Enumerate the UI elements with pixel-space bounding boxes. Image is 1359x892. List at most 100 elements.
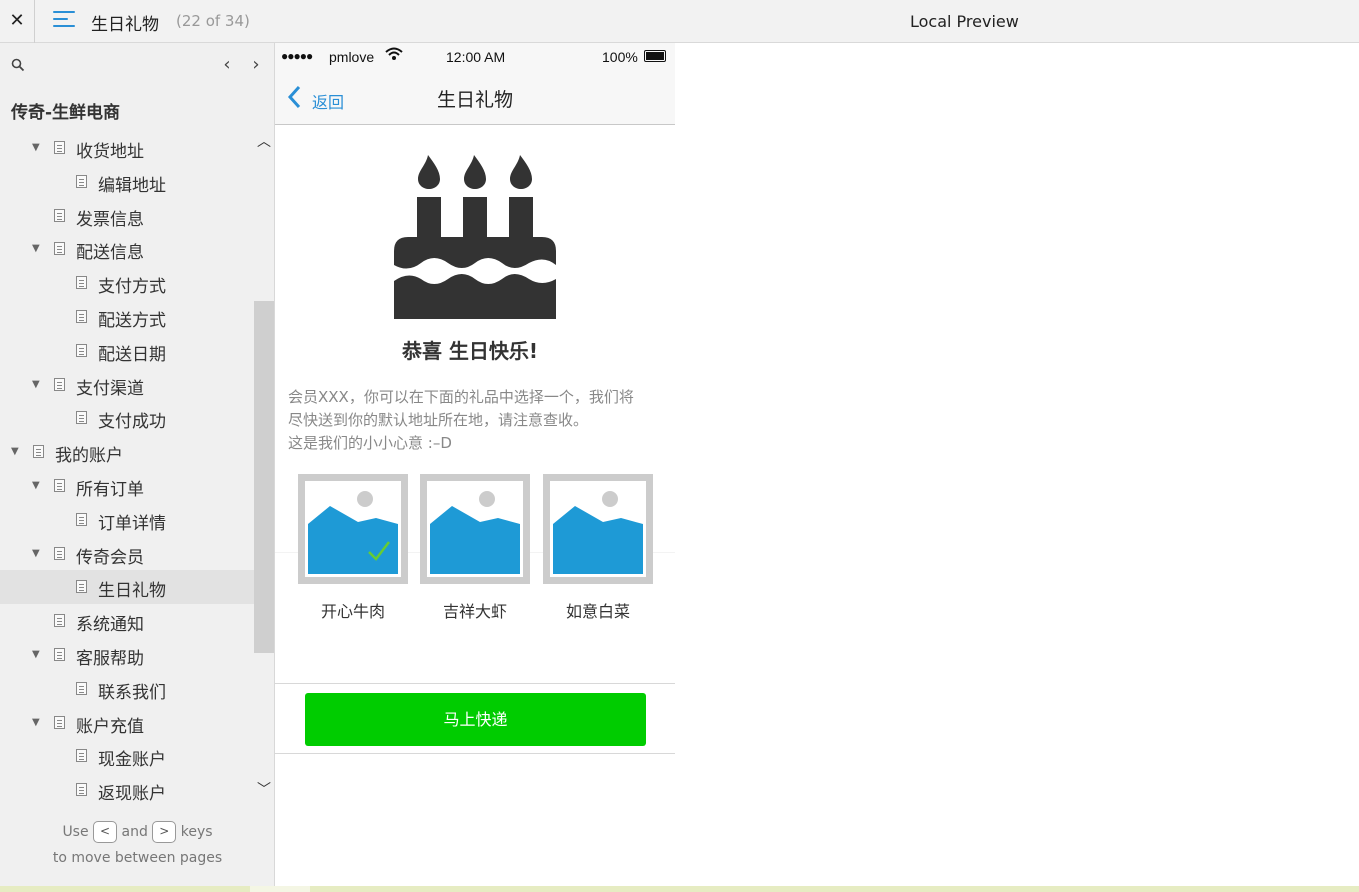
carrier-name: pmlove <box>329 49 375 65</box>
page-icon <box>76 580 87 594</box>
tree-item-label: 我的账户 <box>55 446 123 467</box>
tree-item-label: 配送方式 <box>98 310 166 331</box>
page-count: (22 of 34) <box>176 12 250 30</box>
prev-key-icon: < <box>93 821 118 843</box>
tree-item[interactable]: ▼ 所有订单 <box>0 469 254 503</box>
tree-item[interactable]: 发票信息 <box>0 199 254 233</box>
tree-item[interactable]: ▼ 我的账户 <box>0 435 254 469</box>
tree-item[interactable]: 编辑地址 <box>0 165 254 199</box>
gift-option[interactable]: 吉祥大虾 <box>420 474 530 622</box>
expand-arrow-icon[interactable]: ▼ <box>32 717 40 728</box>
next-page-button[interactable]: › <box>248 54 264 75</box>
page-icon <box>76 174 87 188</box>
tree-item-label: 联系我们 <box>98 682 166 703</box>
page-icon <box>54 141 65 154</box>
message-line: 尽快送到你的默认地址所在地，请注意查收。 <box>288 411 589 429</box>
tree-item[interactable]: 返现账户 <box>0 773 254 807</box>
tree-item[interactable]: 系统通知 <box>0 604 254 638</box>
tree-item[interactable]: ▼ 客服帮助 <box>0 638 254 672</box>
menu-icon[interactable] <box>53 11 75 31</box>
divider <box>275 753 675 754</box>
expand-arrow-icon[interactable]: ▼ <box>32 243 40 254</box>
tree-item-label: 账户充值 <box>76 716 144 737</box>
page-icon <box>54 377 65 391</box>
search-icon[interactable] <box>11 58 25 72</box>
page-icon <box>76 749 87 763</box>
tree-item-label: 生日礼物 <box>98 581 166 602</box>
page-icon <box>33 445 44 459</box>
tree-item-label: 支付方式 <box>98 277 166 298</box>
keyboard-hint: Use < and > keys to move between pages <box>0 819 275 871</box>
tree-item[interactable]: ▼ 传奇会员 <box>0 537 254 571</box>
gift-image-frame[interactable] <box>298 474 408 584</box>
tree-item[interactable]: 支付方式 <box>0 266 254 300</box>
page-title: 生日礼物 <box>91 15 159 35</box>
tree-item-label: 现金账户 <box>98 750 166 771</box>
page-icon <box>54 715 65 729</box>
scrollbar-thumb[interactable] <box>254 301 274 653</box>
gift-option[interactable]: 如意白菜 <box>543 474 653 622</box>
page-icon <box>76 512 87 526</box>
wifi-icon <box>385 47 403 60</box>
expand-arrow-icon[interactable]: ▼ <box>32 379 40 390</box>
top-bar: ✕ 生日礼物 (22 of 34) Local Preview <box>0 0 1359 43</box>
sidebar-scrollbar[interactable]: ︿ ﹀ <box>254 131 274 799</box>
tree-item[interactable]: 配送日期 <box>0 334 254 368</box>
checkmark-icon <box>368 541 390 561</box>
tree-item[interactable]: 订单详情 <box>0 503 254 537</box>
tree-item[interactable]: 配送方式 <box>0 300 254 334</box>
page-icon <box>54 242 65 256</box>
tree-item[interactable]: ▼ 账户充值 <box>0 706 254 740</box>
hint-line2: to move between pages <box>52 850 223 866</box>
next-key-icon: > <box>152 821 177 843</box>
gift-message: 会员XXX，你可以在下面的礼品中选择一个，我们将 尽快送到你的默认地址所在地，请… <box>288 386 668 455</box>
gift-image-frame[interactable] <box>420 474 530 584</box>
tree-item-label: 支付成功 <box>98 412 166 433</box>
page-icon <box>54 478 65 492</box>
page-icon <box>76 309 87 323</box>
gift-image-frame[interactable] <box>543 474 653 584</box>
tree-item[interactable]: 生日礼物 <box>0 570 254 605</box>
expand-arrow-icon[interactable]: ▼ <box>11 446 19 457</box>
tree-item-label: 发票信息 <box>76 209 144 230</box>
tree-item[interactable]: 支付成功 <box>0 401 254 435</box>
expand-arrow-icon[interactable]: ▼ <box>32 142 40 153</box>
tree-item-label: 所有订单 <box>76 479 144 500</box>
congrats-heading: 恭喜 生日快乐! <box>401 339 539 363</box>
tree-item[interactable]: 联系我们 <box>0 672 254 706</box>
tree-item-label: 配送日期 <box>98 344 166 365</box>
sidebar: ‹ › 传奇-生鲜电商 ▼ 收货地址 编辑地址 发票信息 ▼ 配送信息 支付方式 配送方式 配送… <box>0 43 275 886</box>
nav-title: 生日礼物 <box>436 89 513 111</box>
gift-option[interactable]: 开心牛肉 <box>298 474 408 622</box>
scroll-up-icon[interactable]: ︿ <box>254 131 274 151</box>
tree-item-label: 配送信息 <box>76 243 144 264</box>
tree-item-label: 返现账户 <box>98 784 166 805</box>
nav-bar: 返回 生日礼物 <box>275 71 675 125</box>
page-icon <box>54 647 65 661</box>
tree-item[interactable]: ▼ 收货地址 <box>0 131 254 165</box>
tree-item[interactable]: ▼ 支付渠道 <box>0 368 254 402</box>
image-placeholder-icon <box>553 484 643 574</box>
ship-now-button[interactable]: 马上快递 <box>305 693 646 746</box>
page-icon <box>76 783 87 797</box>
expand-arrow-icon[interactable]: ▼ <box>32 548 40 559</box>
gift-label: 吉祥大虾 <box>442 602 507 621</box>
page-icon <box>54 614 65 628</box>
expand-arrow-icon[interactable]: ▼ <box>32 480 40 491</box>
scroll-down-icon[interactable]: ﹀ <box>254 779 274 799</box>
tree-item-label: 编辑地址 <box>98 175 166 196</box>
gift-label: 如意白菜 <box>565 602 630 621</box>
tree-item[interactable]: 现金账户 <box>0 739 254 773</box>
prev-page-button[interactable]: ‹ <box>219 54 235 75</box>
expand-arrow-icon[interactable]: ▼ <box>32 649 40 660</box>
hint-use: Use <box>62 824 89 840</box>
tree-item-label: 订单详情 <box>98 513 166 534</box>
gift-label: 开心牛肉 <box>320 602 385 621</box>
tree-item-label: 传奇会员 <box>76 547 144 568</box>
bottom-strip-segment <box>250 886 310 892</box>
close-button[interactable]: ✕ <box>0 0 35 43</box>
birthday-cake-icon <box>394 155 556 319</box>
tree-item-label: 收货地址 <box>76 142 144 162</box>
tree-item[interactable]: ▼ 配送信息 <box>0 232 254 266</box>
tree-item-label: 支付渠道 <box>76 378 144 399</box>
